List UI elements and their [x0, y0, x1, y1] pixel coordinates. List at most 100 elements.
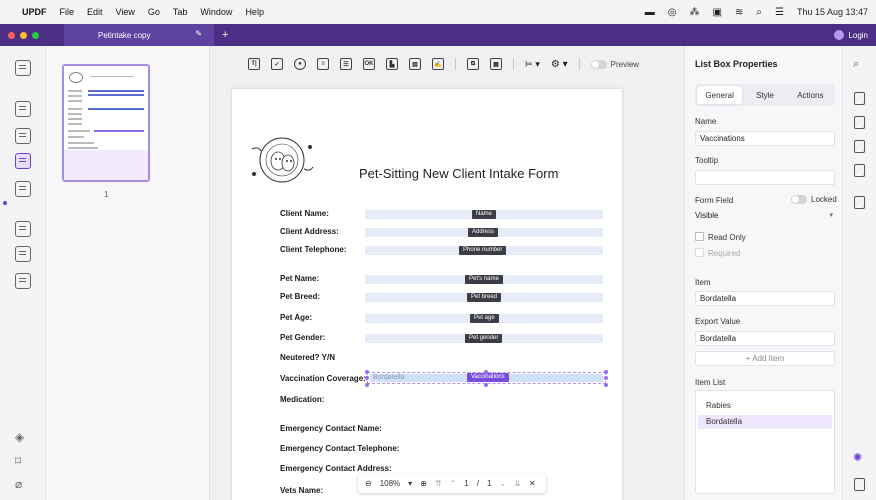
users-icon[interactable]: ⁂	[690, 7, 700, 18]
resize-handle[interactable]	[365, 383, 369, 387]
minimize-window-icon[interactable]	[20, 31, 27, 39]
current-page[interactable]: 1	[464, 479, 468, 488]
prepare-form-icon[interactable]	[15, 153, 31, 169]
convert-icon[interactable]	[854, 92, 865, 105]
new-tab-icon[interactable]: +	[222, 29, 228, 41]
radio-button-icon[interactable]: ●	[294, 58, 306, 70]
ocr-icon[interactable]	[15, 273, 31, 289]
resize-handle[interactable]	[484, 383, 488, 387]
grid-icon[interactable]: ▦	[490, 58, 502, 70]
maximize-window-icon[interactable]	[32, 31, 39, 39]
date-field-icon[interactable]: ▤	[409, 58, 421, 70]
pet-breed-field[interactable]: Pet breed	[365, 293, 603, 302]
menu-file[interactable]: File	[60, 7, 75, 17]
next-page-icon[interactable]: ⌄	[499, 479, 506, 488]
search-icon[interactable]: ⌕	[756, 7, 762, 18]
zoom-in-icon[interactable]: ⊕	[420, 479, 427, 488]
locked-toggle[interactable]: Locked	[791, 195, 837, 204]
emergency-address-label: Emergency Contact Address:	[280, 464, 392, 473]
text-field-icon[interactable]: T|	[248, 58, 260, 70]
name-input[interactable]: Vaccinations	[695, 131, 835, 146]
edit-pdf-icon[interactable]	[15, 128, 31, 144]
resize-handle[interactable]	[365, 376, 369, 380]
ai-assistant-icon[interactable]: ✺	[853, 451, 862, 464]
resize-handle[interactable]	[604, 383, 608, 387]
menu-go[interactable]: Go	[148, 7, 160, 17]
preview-toggle[interactable]: Preview	[590, 59, 639, 69]
button-icon[interactable]: OK	[363, 58, 375, 70]
client-address-field[interactable]: Address	[365, 228, 603, 237]
document-tab[interactable]: Petintake copy ✎	[64, 24, 214, 46]
export-value-input[interactable]: Bordatella	[695, 331, 835, 346]
item-input[interactable]: Bordatella	[695, 291, 835, 306]
prev-page-icon[interactable]: ⌃	[450, 479, 457, 488]
comment-icon[interactable]	[15, 101, 31, 117]
resize-handle[interactable]	[365, 370, 369, 374]
organize-pages-icon[interactable]	[15, 221, 31, 237]
control-center-icon[interactable]: ☰	[775, 7, 784, 18]
close-zoombar-icon[interactable]: ✕	[529, 479, 536, 488]
menu-edit[interactable]: Edit	[87, 7, 103, 17]
field-tools-icon[interactable]: ⚙ ▾	[551, 59, 568, 70]
checkbox-icon[interactable]: ✓	[271, 58, 283, 70]
battery-icon[interactable]: ▬	[645, 7, 655, 18]
close-window-icon[interactable]	[8, 31, 15, 39]
chat-icon[interactable]	[854, 478, 865, 491]
tab-actions[interactable]: Actions	[788, 86, 833, 104]
visibility-select[interactable]: Visible ▾	[695, 209, 835, 224]
list-item-rabies[interactable]: Rabies	[698, 399, 832, 413]
display-icon[interactable]: ▣	[713, 7, 722, 18]
last-page-icon[interactable]: ⇊	[514, 479, 521, 488]
list-item-bordatella[interactable]: Bordatella	[698, 415, 832, 429]
reader-icon[interactable]	[15, 60, 31, 76]
save-icon[interactable]	[854, 196, 865, 209]
locked-switch[interactable]	[791, 195, 807, 204]
page-thumbnail[interactable]	[62, 64, 150, 182]
align-icon[interactable]: ⊨ ▾	[525, 59, 540, 70]
tooltip-input[interactable]	[695, 170, 835, 185]
add-item-button[interactable]: + Add Item	[695, 351, 835, 366]
preview-switch[interactable]	[590, 59, 607, 69]
item-list: Rabies Bordatella	[695, 390, 835, 494]
resize-handle[interactable]	[604, 370, 608, 374]
menu-tab[interactable]: Tab	[173, 7, 188, 17]
pet-age-field[interactable]: Pet age	[365, 314, 603, 323]
wifi-icon[interactable]: ≋	[735, 7, 743, 18]
menu-view[interactable]: View	[116, 7, 135, 17]
share-icon[interactable]	[854, 140, 865, 153]
control-icon[interactable]: ◎	[668, 7, 677, 18]
pet-name-field[interactable]: Pet's name	[365, 275, 603, 284]
tab-general[interactable]: General	[697, 86, 743, 104]
client-name-field[interactable]: Name	[365, 210, 603, 219]
zoom-out-icon[interactable]: ⊖	[365, 479, 372, 488]
login-button[interactable]: Login	[834, 30, 876, 40]
protect-icon[interactable]	[854, 116, 865, 129]
bookmark-icon[interactable]: ⌑	[15, 454, 21, 468]
zoom-dropdown-icon[interactable]: ▾	[408, 479, 412, 488]
edit-pen-icon[interactable]: ✎	[195, 29, 202, 38]
fill-sign-icon[interactable]	[15, 181, 31, 197]
menu-app[interactable]: UPDF	[22, 7, 47, 17]
list-box-icon[interactable]: ☰	[340, 58, 352, 70]
image-field-icon[interactable]: ▙	[386, 58, 398, 70]
pet-gender-field[interactable]: Pet gender	[365, 334, 603, 343]
resize-handle[interactable]	[484, 370, 488, 374]
dropdown-icon[interactable]: ≡	[317, 58, 329, 70]
zoom-level[interactable]: 108%	[380, 479, 400, 488]
attachment-icon[interactable]: ⌀	[15, 477, 22, 491]
first-page-icon[interactable]: ⇈	[435, 479, 442, 488]
menu-help[interactable]: Help	[245, 7, 264, 17]
signature-field-icon[interactable]: ✍	[432, 58, 444, 70]
client-telephone-field[interactable]: Phone number	[365, 246, 603, 255]
tab-style[interactable]: Style	[742, 86, 787, 104]
clock[interactable]: Thu 15 Aug 13:47	[797, 7, 868, 17]
menu-window[interactable]: Window	[200, 7, 232, 17]
read-only-checkbox[interactable]	[695, 232, 704, 241]
email-icon[interactable]	[854, 164, 865, 177]
layers-icon[interactable]: ◈	[15, 430, 24, 444]
search-icon[interactable]: ⌕	[853, 58, 859, 71]
required-checkbox[interactable]	[695, 248, 704, 257]
duplicate-icon[interactable]: ⧉	[467, 58, 479, 70]
resize-handle[interactable]	[604, 376, 608, 380]
tools-icon[interactable]	[15, 246, 31, 262]
